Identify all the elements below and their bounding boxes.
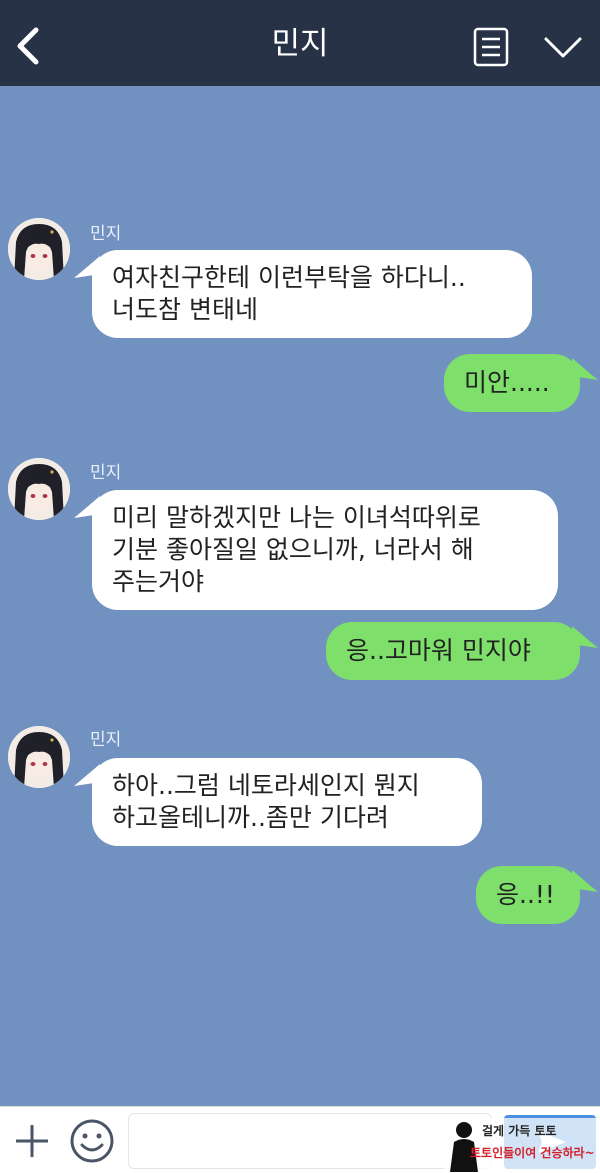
expand-button[interactable] xyxy=(540,30,586,64)
message-bubble-incoming[interactable]: 미리 말하겠지만 나는 이녀석따위로 기분 좋아질일 없으니까, 너라서 해 주… xyxy=(92,490,558,610)
chat-area[interactable]: 민지 여자친구한테 이런부탁을 하다니.. 너도참 변태네 미안..... 민지… xyxy=(0,86,600,1106)
avatar[interactable] xyxy=(8,458,70,520)
message-bubble-incoming[interactable]: 여자친구한테 이런부탁을 하다니.. 너도참 변태네 xyxy=(92,250,532,338)
attach-button[interactable] xyxy=(12,1121,52,1161)
menu-button[interactable] xyxy=(472,26,510,68)
list-icon xyxy=(473,27,509,67)
message-bubble-outgoing[interactable]: 응..고마워 민지야 xyxy=(326,622,580,680)
avatar[interactable] xyxy=(8,726,70,788)
message-bubble-outgoing[interactable]: 미안..... xyxy=(444,354,580,412)
plus-icon xyxy=(16,1125,48,1157)
chevron-left-icon xyxy=(17,27,39,65)
watermark-line1: 걸게 가득 토토 xyxy=(482,1124,557,1138)
message-bubble-outgoing[interactable]: 응..!! xyxy=(476,866,580,924)
watermark-line2: 토토인들이여 건승하라~ xyxy=(470,1146,595,1160)
chevron-down-icon xyxy=(544,37,582,58)
chat-title: 민지 xyxy=(271,26,329,62)
watermark: 걸게 가득 토토 토토인들이여 건승하라~ xyxy=(444,1118,600,1172)
sender-name: 민지 xyxy=(90,463,122,483)
sender-name: 민지 xyxy=(90,224,122,244)
avatar-icon xyxy=(8,458,70,520)
emoji-button[interactable] xyxy=(68,1117,116,1165)
chat-header: 민지 xyxy=(0,0,600,86)
message-bubble-incoming[interactable]: 하아..그럼 네토라세인지 뭔지 하고올테니까..좀만 기다려 xyxy=(92,758,482,846)
avatar[interactable] xyxy=(8,218,70,280)
avatar-icon xyxy=(8,726,70,788)
bubble-tail xyxy=(572,870,598,892)
back-button[interactable] xyxy=(10,24,46,68)
sender-name: 민지 xyxy=(90,730,122,750)
emoji-icon xyxy=(70,1119,114,1163)
bubble-tail xyxy=(572,626,598,648)
avatar-icon xyxy=(8,218,70,280)
message-input[interactable] xyxy=(128,1113,492,1169)
bubble-tail xyxy=(572,358,598,380)
